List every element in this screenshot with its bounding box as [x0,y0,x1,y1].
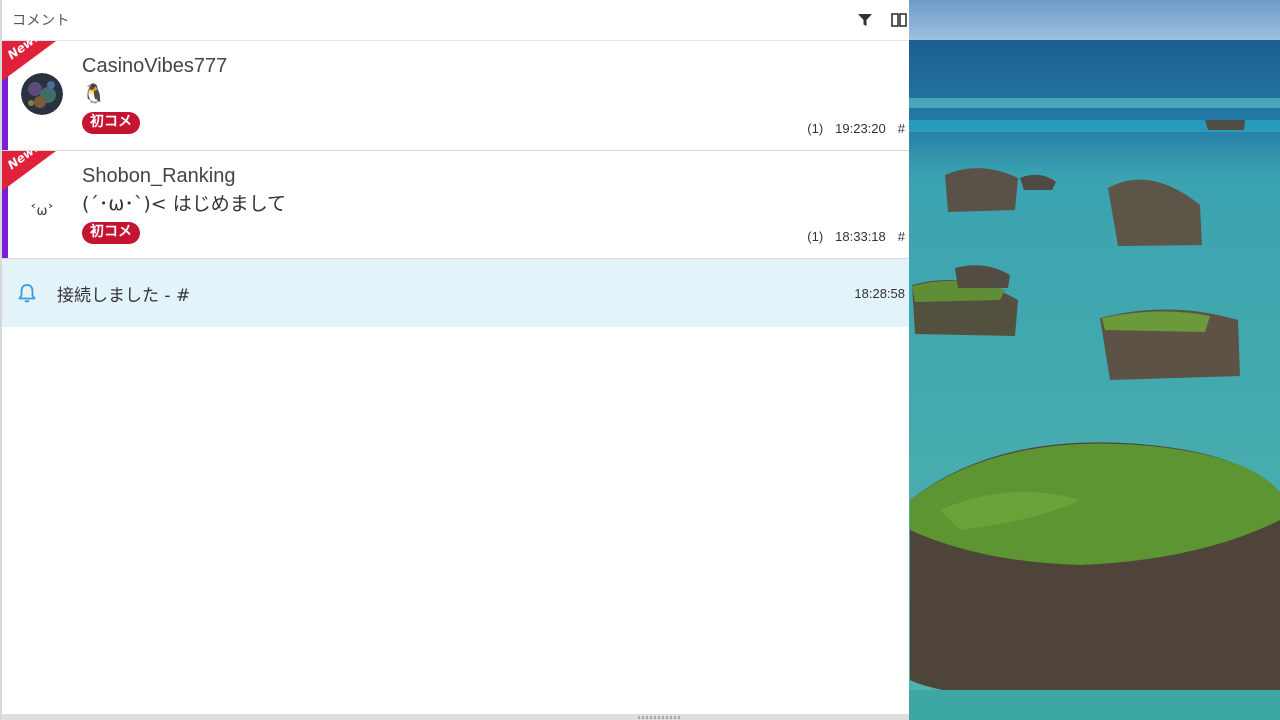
comment-time: 18:33:18 [835,229,886,244]
filter-icon[interactable] [857,12,873,28]
comment-meta: (1) 19:23:20 # [807,121,905,136]
comment-count: (1) [807,121,824,136]
panel-header: コメント [2,0,909,41]
comment-message: (´･ω･`)< はじめまして [82,193,287,215]
comment-hash-link[interactable]: # [898,121,905,136]
header-toolbar [857,12,909,28]
comment-meta: (1) 18:33:18 # [807,229,905,244]
comment-hash-link[interactable]: # [898,229,905,244]
comment-message: 🐧 [82,83,106,105]
first-comment-badge: 初コメ [82,222,140,244]
system-time: 18:28:58 [854,285,905,301]
comment-panel: コメント New! CasinoVibes777 🐧 初コメ (1) 19:23… [0,0,909,720]
comment-username: Shobon_Ranking [82,165,236,187]
bell-icon [16,282,38,304]
first-comment-badge: 初コメ [82,112,140,134]
comment-item[interactable]: New! CasinoVibes777 🐧 初コメ (1) 19:23:20 # [2,41,909,151]
system-message: 接続しました - # [57,285,191,306]
panel-resize-bar [2,714,909,720]
comment-username: CasinoVibes777 [82,55,228,77]
comment-item[interactable]: New! ˂ω˃ Shobon_Ranking (´･ω･`)< はじめまして … [2,151,909,259]
new-ribbon: New! [2,41,56,95]
new-ribbon: New! [2,151,56,205]
comment-count: (1) [807,229,824,244]
system-notification: 接続しました - # 18:28:58 [2,259,909,327]
resize-grip-handle[interactable] [638,716,682,719]
comment-time: 19:23:20 [835,121,886,136]
columns-icon[interactable] [891,12,907,28]
panel-title: コメント [12,13,70,29]
